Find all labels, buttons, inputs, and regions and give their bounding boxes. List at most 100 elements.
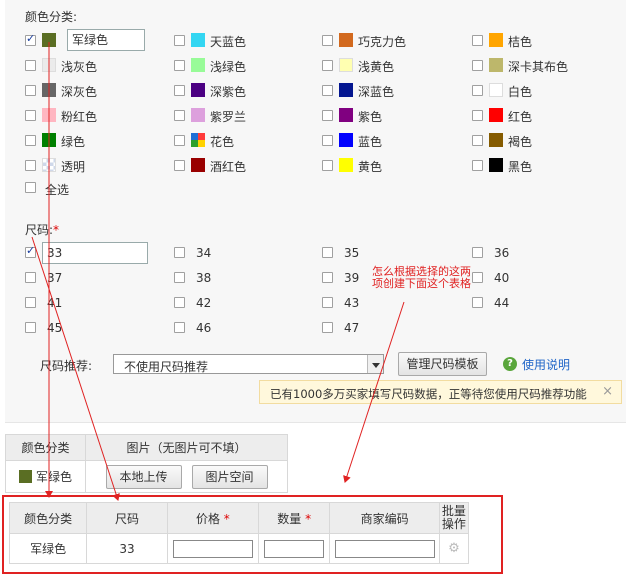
size-recommend-select[interactable]: 不使用尺码推荐 — [113, 354, 384, 374]
color-label: 花色 — [210, 135, 235, 149]
color-checkbox[interactable] — [174, 135, 185, 146]
size-checkbox[interactable] — [174, 272, 185, 283]
color-swatch — [489, 158, 503, 172]
color-checkbox[interactable] — [25, 32, 36, 46]
size-checkbox[interactable] — [174, 247, 185, 258]
color-swatch — [42, 133, 56, 147]
color-label: 浅灰色 — [61, 60, 98, 74]
color-swatch — [339, 58, 353, 72]
size-data-notice: 已有1000多万买家填写尺码数据，正等待您使用尺码推荐功能 × — [259, 380, 622, 404]
color-swatch — [489, 133, 503, 147]
color-checkbox[interactable] — [174, 60, 185, 71]
size-section-label: 尺码:* — [25, 223, 60, 237]
size-checkbox[interactable] — [322, 247, 333, 258]
color-swatch — [42, 108, 56, 122]
color-swatch — [191, 108, 205, 122]
color-label: 黄色 — [358, 160, 383, 174]
close-icon[interactable]: × — [602, 384, 613, 399]
color-label: 桔色 — [508, 35, 533, 49]
color-swatch — [489, 33, 503, 47]
image-space-button[interactable]: 图片空间 — [191, 464, 268, 489]
color-swatch — [339, 33, 353, 47]
color-image-table: 颜色分类 图片（无图片可不填） 军绿色 本地上传 图片空间 — [5, 434, 288, 493]
color-checkbox[interactable] — [322, 110, 333, 121]
size-checkbox[interactable] — [472, 272, 483, 283]
color-section-label: 颜色分类: — [25, 10, 78, 24]
select-all-label: 全选 — [45, 183, 70, 197]
size-checkbox[interactable] — [25, 272, 36, 283]
color-checkbox[interactable] — [322, 35, 333, 46]
size-label: 36 — [494, 246, 510, 260]
color-checkbox[interactable] — [472, 160, 483, 171]
color-label: 黑色 — [508, 160, 533, 174]
size-checkbox[interactable] — [472, 247, 483, 258]
color-label: 绿色 — [61, 135, 86, 149]
color-checkbox[interactable] — [322, 60, 333, 71]
color-checkbox[interactable] — [174, 110, 185, 121]
chevron-down-icon[interactable] — [367, 355, 383, 373]
color-checkbox[interactable] — [25, 160, 36, 171]
size-label: 34 — [196, 246, 212, 260]
table-row: 军绿色 本地上传 图片空间 — [5, 460, 288, 493]
color-swatch — [42, 33, 56, 47]
manage-size-template-button[interactable]: 管理尺码模板 — [398, 352, 487, 376]
usage-help-link[interactable]: 使用说明 — [522, 356, 570, 373]
color-swatch — [42, 58, 56, 72]
size-checkbox[interactable] — [322, 272, 333, 283]
size-recommend-label: 尺码推荐: — [40, 359, 93, 373]
color-swatch — [339, 158, 353, 172]
color-label: 蓝色 — [358, 135, 383, 149]
color-checkbox[interactable] — [472, 35, 483, 46]
color-swatch — [489, 108, 503, 122]
size-checkbox[interactable] — [25, 322, 36, 333]
local-upload-button[interactable]: 本地上传 — [105, 464, 182, 489]
color-checkbox[interactable] — [174, 85, 185, 96]
color-checkbox[interactable] — [472, 85, 483, 96]
color-checkbox[interactable] — [322, 85, 333, 96]
size-label: 35 — [344, 246, 360, 260]
size-checkbox[interactable] — [322, 322, 333, 333]
required-mark: * — [53, 223, 60, 237]
size-checkbox[interactable] — [174, 322, 185, 333]
size-value-input[interactable]: 33 — [42, 242, 148, 264]
color-checkbox[interactable] — [174, 160, 185, 171]
size-checkbox[interactable] — [25, 244, 36, 258]
color-checkbox[interactable] — [174, 35, 185, 46]
size-label: 39 — [344, 271, 360, 285]
size-label: 40 — [494, 271, 510, 285]
color-checkbox[interactable] — [25, 85, 36, 96]
color-checkbox[interactable] — [322, 160, 333, 171]
color-name-input[interactable]: 军绿色 — [67, 29, 145, 51]
color-label: 深蓝色 — [358, 85, 395, 99]
color-checkbox[interactable] — [472, 60, 483, 71]
annotation-text: 怎么根据选择的这两项创建下面这个表格 — [372, 265, 471, 290]
color-name: 军绿色 — [35, 470, 72, 484]
select-all-checkbox[interactable] — [25, 182, 36, 193]
size-checkbox[interactable] — [174, 297, 185, 308]
color-checkbox[interactable] — [472, 110, 483, 121]
color-label: 粉红色 — [61, 110, 98, 124]
color-swatch — [42, 83, 56, 97]
color-label: 紫色 — [358, 110, 383, 124]
col-header-color: 颜色分类 — [5, 434, 86, 461]
color-checkbox[interactable] — [25, 135, 36, 146]
size-checkbox[interactable] — [472, 297, 483, 308]
color-checkbox[interactable] — [25, 110, 36, 121]
color-swatch — [191, 158, 205, 172]
color-swatch — [191, 58, 205, 72]
size-checkbox[interactable] — [25, 297, 36, 308]
color-label: 深紫色 — [210, 85, 247, 99]
color-checkbox[interactable] — [25, 60, 36, 71]
color-checkbox[interactable] — [322, 135, 333, 146]
color-label: 深卡其布色 — [508, 60, 569, 74]
size-label: 41 — [47, 296, 63, 310]
highlight-box — [2, 495, 503, 574]
color-label: 天蓝色 — [210, 35, 247, 49]
color-checkbox[interactable] — [472, 135, 483, 146]
size-checkbox[interactable] — [322, 297, 333, 308]
color-label: 巧克力色 — [358, 35, 407, 49]
size-label: 44 — [494, 296, 510, 310]
color-label: 深灰色 — [61, 85, 98, 99]
size-label: 37 — [47, 271, 63, 285]
help-icon[interactable]: ? — [503, 357, 517, 371]
